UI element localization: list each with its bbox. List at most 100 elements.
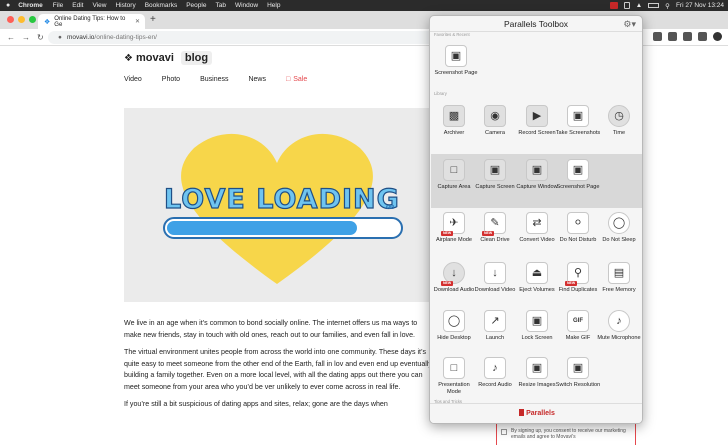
- tab-title: Online Dating Tips: How to Ge: [54, 15, 126, 28]
- tool-label: Capture Screen: [475, 184, 515, 190]
- tool-capture-area[interactable]: □ Capture Area: [431, 159, 477, 191]
- hide-desktop-icon: ◯: [443, 310, 465, 332]
- tool-find-duplicates[interactable]: ⚲ NEW Find Duplicates: [555, 262, 601, 294]
- tool-time[interactable]: ◷ Time: [596, 105, 642, 137]
- clock-icon: ◷: [608, 105, 630, 127]
- tool-make-gif[interactable]: GIF Make GIF: [555, 310, 601, 342]
- tool-screenshot-page[interactable]: ▣ Screenshot Page: [555, 159, 601, 191]
- newsletter-consent-box: By signing up, you consent to receive ou…: [496, 423, 636, 445]
- tool-capture-window[interactable]: ▣ Capture Window: [514, 159, 560, 191]
- menu-clock[interactable]: Fri 27 Nov 13:24: [676, 2, 724, 9]
- menu-help[interactable]: Help: [267, 2, 280, 9]
- menu-tab[interactable]: Tab: [215, 2, 225, 9]
- menu-edit[interactable]: Edit: [72, 2, 83, 9]
- macos-menu-bar: ● Chrome File Edit View History Bookmark…: [0, 0, 728, 11]
- new-badge: NEW: [565, 281, 578, 286]
- site-nav: Video Photo Business News □ Sale: [124, 76, 307, 83]
- tool-resize-images[interactable]: ▣ Resize Images: [514, 357, 560, 389]
- tool-label: Free Memory: [602, 287, 636, 293]
- tool-do-not-disturb[interactable]: ⚪ Do Not Disturb: [555, 212, 601, 244]
- screenshot-page-icon: ▣: [445, 45, 467, 67]
- browser-tab[interactable]: ❖ Online Dating Tips: How to Ge ✕: [38, 14, 145, 29]
- forward-icon[interactable]: →: [22, 33, 30, 42]
- tool-eject-volumes[interactable]: ⏏ Eject Volumes: [514, 262, 560, 294]
- hero-title: LOVE LOADING: [163, 183, 400, 215]
- extension-icons: [653, 32, 722, 41]
- tool-do-not-sleep[interactable]: ◯ Do Not Sleep: [596, 212, 642, 244]
- download-video-icon: ↓: [484, 262, 506, 284]
- menu-window[interactable]: Window: [235, 2, 258, 9]
- menu-app-name[interactable]: Chrome: [18, 2, 43, 9]
- tool-archiver[interactable]: ▩ Archiver: [431, 105, 477, 137]
- back-icon[interactable]: ←: [7, 33, 15, 42]
- sale-label: Sale: [293, 76, 308, 83]
- loading-bar-fill: [167, 221, 357, 235]
- tool-hide-desktop[interactable]: ◯ Hide Desktop: [431, 310, 477, 342]
- shield-status-icon[interactable]: [623, 2, 630, 9]
- tool-capture-screen[interactable]: ▣ Capture Screen: [472, 159, 518, 191]
- nav-photo[interactable]: Photo: [162, 76, 180, 83]
- tool-clean-drive[interactable]: ✎ NEW Clean Drive: [472, 212, 518, 244]
- tool-label: Record Screen: [518, 130, 556, 136]
- tool-label: Airplane Mode: [435, 237, 473, 243]
- profile-avatar[interactable]: [713, 32, 722, 41]
- nav-video[interactable]: Video: [124, 76, 142, 83]
- movavi-favicon-icon: ❖: [44, 18, 51, 26]
- tool-airplane-mode[interactable]: ✈ NEW Airplane Mode: [431, 212, 477, 244]
- tool-record-audio[interactable]: ♪ Record Audio: [472, 357, 518, 389]
- apple-icon[interactable]: ●: [6, 2, 10, 9]
- do-not-sleep-icon: ◯: [608, 212, 630, 234]
- section-library: Library: [434, 91, 447, 96]
- tool-launch[interactable]: ↗ Launch: [472, 310, 518, 342]
- tool-mute-microphone[interactable]: ♪ Mute Microphone: [596, 310, 642, 342]
- capture-area-icon: □: [443, 159, 465, 181]
- tool-free-memory[interactable]: ▤ Free Memory: [596, 262, 642, 294]
- tool-convert-video[interactable]: ⇄ Convert Video: [514, 212, 560, 244]
- extension-icon[interactable]: [653, 32, 662, 41]
- menu-view[interactable]: View: [92, 2, 106, 9]
- tool-label: Do Not Disturb: [559, 237, 597, 243]
- tool-screenshot-page-favorite[interactable]: ▣ Screenshot Page: [433, 45, 479, 77]
- extension-icon[interactable]: [668, 32, 677, 41]
- close-tab-icon[interactable]: ✕: [135, 18, 140, 25]
- menu-history[interactable]: History: [115, 2, 135, 9]
- tool-label: Record Audio: [478, 382, 512, 388]
- menu-bookmarks[interactable]: Bookmarks: [145, 2, 178, 9]
- extension-icon[interactable]: [698, 32, 707, 41]
- tool-download-video[interactable]: ↓ Download Video: [472, 262, 518, 294]
- menu-file[interactable]: File: [53, 2, 63, 9]
- nav-business[interactable]: Business: [200, 76, 228, 83]
- new-tab-button[interactable]: +: [150, 14, 156, 25]
- gif-icon: GIF: [567, 310, 589, 332]
- battery-icon[interactable]: [648, 3, 660, 8]
- tool-label: Mute Microphone: [597, 335, 641, 341]
- consent-checkbox[interactable]: [501, 429, 507, 435]
- reload-icon[interactable]: ↻: [37, 33, 45, 42]
- footer-brand[interactable]: Parallels: [526, 410, 555, 417]
- site-logo[interactable]: ❖ movavi blog: [124, 51, 213, 65]
- tool-label: Time: [612, 130, 626, 136]
- search-icon[interactable]: ⚲: [665, 2, 670, 10]
- close-window-button[interactable]: [7, 16, 14, 23]
- parallels-toolbox-status-icon[interactable]: [609, 2, 618, 9]
- extension-icon[interactable]: [683, 32, 692, 41]
- tool-download-audio[interactable]: ↓ NEW Download Audio: [431, 262, 477, 294]
- nav-news[interactable]: News: [248, 76, 266, 83]
- tool-take-screenshots[interactable]: ▣ Take Screenshots: [555, 105, 601, 137]
- tool-presentation-mode[interactable]: □ Presentation Mode: [431, 357, 477, 395]
- lock-screen-icon: ▣: [526, 310, 548, 332]
- menu-people[interactable]: People: [186, 2, 206, 9]
- gear-icon[interactable]: ⚙▾: [623, 16, 636, 32]
- consent-text: By signing up, you consent to receive ou…: [511, 428, 626, 440]
- zoom-window-button[interactable]: [29, 16, 36, 23]
- tool-record-screen[interactable]: ▶ Record Screen: [514, 105, 560, 137]
- tool-camera[interactable]: ◉ Camera: [472, 105, 518, 137]
- paragraph: The virtual environment unites people fr…: [124, 348, 432, 391]
- nav-sale[interactable]: □ Sale: [286, 76, 307, 83]
- wifi-icon[interactable]: ▲: [636, 2, 642, 9]
- tool-lock-screen[interactable]: ▣ Lock Screen: [514, 310, 560, 342]
- tool-switch-resolution[interactable]: ▣ Switch Resolution: [555, 357, 601, 389]
- tool-label: Hide Desktop: [437, 335, 471, 341]
- bell-off-icon: ⚪: [567, 212, 589, 234]
- minimize-window-button[interactable]: [18, 16, 25, 23]
